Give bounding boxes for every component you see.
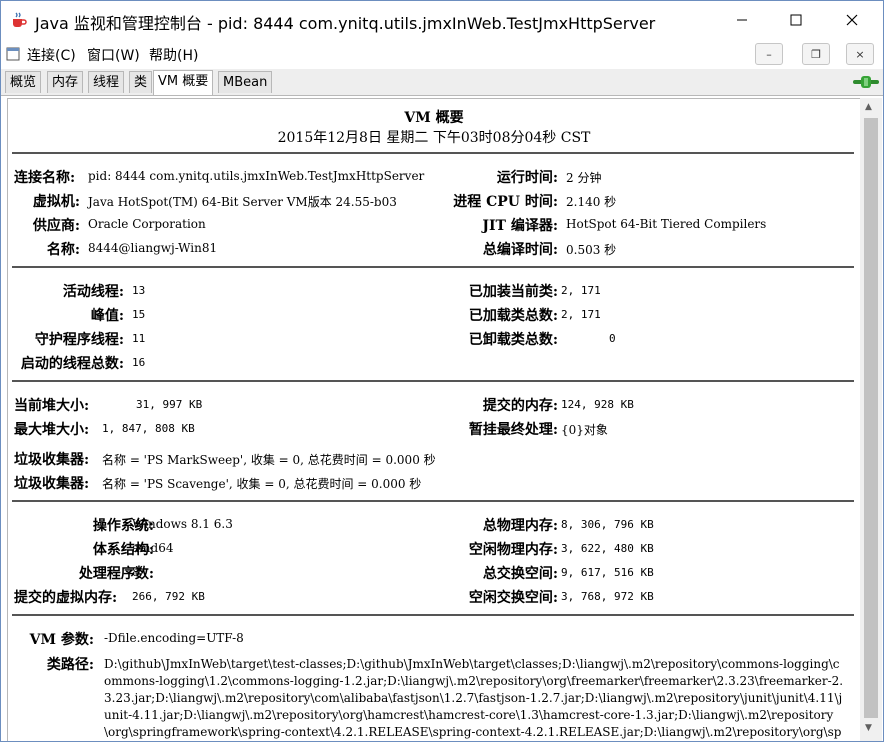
- value-total-classes-unloaded: 0: [609, 332, 616, 345]
- value-total-compile-time: 0.503 秒: [566, 243, 617, 257]
- main-window: Java 监视和管理控制台 - pid: 8444 com.ynitq.util…: [0, 0, 884, 742]
- label-current-classes-loaded: 已加装当前类:: [468, 284, 558, 300]
- label-connection-name: 连接名称:: [14, 170, 76, 186]
- value-total-classes-loaded: 2, 171: [561, 308, 601, 321]
- value-total-threads-started: 16: [132, 356, 146, 369]
- value-connection-name: pid: 8444 com.ynitq.utils.jmxInWeb.TestJ…: [88, 169, 425, 183]
- tab-mbean[interactable]: MBean: [218, 71, 273, 93]
- label-uptime: 运行时间:: [496, 170, 558, 186]
- value-current-heap-size: 31, 997 KB: [136, 398, 203, 411]
- label-total-swap-space: 总交换空间:: [482, 566, 558, 582]
- value-vm-arguments: -Dfile.encoding=UTF-8: [104, 631, 244, 645]
- menu-help[interactable]: 帮助(H): [149, 45, 198, 65]
- label-vendor: 供应商:: [32, 218, 80, 234]
- label-max-heap-size: 最大堆大小:: [14, 422, 90, 438]
- value-jit-compiler: HotSpot 64-Bit Tiered Compilers: [566, 217, 767, 231]
- label-garbage-collector-1: 垃圾收集器:: [14, 452, 90, 468]
- value-architecture: amd64: [132, 541, 174, 555]
- close-button[interactable]: [829, 1, 875, 39]
- divider: [12, 614, 854, 616]
- scroll-down-arrow-icon[interactable]: ▼: [865, 723, 872, 733]
- value-peak-threads: 15: [132, 308, 146, 321]
- menu-bar: 连接(C) 窗口(W) 帮助(H) – ❐ ×: [1, 39, 883, 70]
- tab-threads[interactable]: 线程: [88, 71, 125, 93]
- panel-title: VM 概要: [404, 110, 464, 126]
- value-garbage-collector-1: 名称 = 'PS MarkSweep', 收集 = 0, 总花费时间 = 0.0…: [102, 453, 436, 467]
- value-uptime: 2 分钟: [566, 171, 602, 185]
- divider: [12, 152, 854, 154]
- scrollbar-thumb[interactable]: [864, 118, 878, 718]
- vm-summary-panel: VM 概要 2015年12月8日 星期二 下午03时08分04秒 CST 连接名…: [7, 98, 860, 741]
- label-garbage-collector-2: 垃圾收集器:: [14, 476, 90, 492]
- label-vm-arguments: VM 参数:: [29, 632, 94, 648]
- maximize-button[interactable]: [773, 1, 819, 39]
- window-title: Java 监视和管理控制台 - pid: 8444 com.ynitq.util…: [35, 14, 656, 33]
- label-current-heap-size: 当前堆大小:: [14, 398, 90, 414]
- tab-memory[interactable]: 内存: [47, 71, 84, 93]
- maximize-icon: [790, 14, 802, 26]
- label-daemon-threads: 守护程序线程:: [34, 332, 124, 348]
- label-pending-finalization: 暂挂最终处理:: [468, 422, 558, 438]
- minimize-icon: [737, 19, 747, 21]
- label-committed-memory: 提交的内存:: [482, 398, 558, 414]
- connection-status-icon: [853, 76, 879, 88]
- value-daemon-threads: 11: [132, 332, 146, 345]
- label-name: 名称:: [46, 242, 80, 258]
- label-free-physical-memory: 空闲物理内存:: [468, 542, 558, 558]
- label-peak-threads: 峰值:: [90, 308, 124, 324]
- label-jit-compiler: JIT 编译器:: [482, 218, 558, 234]
- divider: [12, 500, 854, 502]
- label-free-swap-space: 空闲交换空间:: [468, 590, 558, 606]
- label-total-classes-unloaded: 已卸载类总数:: [468, 332, 558, 348]
- value-live-threads: 13: [132, 284, 146, 297]
- frame-restore-button[interactable]: ❐: [802, 43, 830, 65]
- label-total-compile-time: 总编译时间:: [482, 242, 558, 258]
- scroll-up-arrow-icon[interactable]: ▲: [865, 102, 872, 112]
- close-icon: [846, 14, 858, 26]
- value-class-path: D:\github\JmxInWeb\target\test-classes;D…: [104, 657, 844, 739]
- minimize-button[interactable]: [719, 1, 765, 39]
- value-operating-system: Windows 8.1 6.3: [132, 517, 233, 531]
- label-total-classes-loaded: 已加载类总数:: [468, 308, 558, 324]
- value-total-physical-memory: 8, 306, 796 KB: [561, 518, 654, 531]
- internal-frame-icon[interactable]: [6, 47, 20, 61]
- label-process-cpu-time: 进程 CPU 时间:: [453, 194, 558, 210]
- value-pending-finalization: {0}对象: [561, 423, 608, 437]
- value-max-heap-size: 1, 847, 808 KB: [102, 422, 195, 435]
- label-live-threads: 活动线程:: [62, 284, 124, 300]
- divider: [12, 266, 854, 268]
- value-free-swap-space: 3, 768, 972 KB: [561, 590, 654, 603]
- value-processors: 8: [132, 565, 140, 579]
- divider: [12, 380, 854, 382]
- label-vm: 虚拟机:: [32, 194, 80, 210]
- menu-connection[interactable]: 连接(C): [27, 45, 76, 65]
- value-name: 8444@liangwj-Win81: [88, 241, 218, 255]
- java-cup-icon: [13, 12, 27, 27]
- menu-window[interactable]: 窗口(W): [87, 45, 140, 65]
- value-garbage-collector-2: 名称 = 'PS Scavenge', 收集 = 0, 总花费时间 = 0.00…: [102, 477, 422, 491]
- frame-close-button[interactable]: ×: [846, 43, 874, 65]
- label-total-threads-started: 启动的线程总数:: [20, 356, 124, 372]
- label-total-physical-memory: 总物理内存:: [482, 518, 558, 534]
- value-current-classes-loaded: 2, 171: [561, 284, 601, 297]
- tab-classes[interactable]: 类: [129, 71, 153, 93]
- title-bar[interactable]: Java 监视和管理控制台 - pid: 8444 com.ynitq.util…: [1, 1, 883, 39]
- tab-vm-summary[interactable]: VM 概要: [153, 70, 214, 95]
- tab-overview[interactable]: 概览: [5, 71, 42, 93]
- label-class-path: 类路径:: [46, 657, 94, 673]
- label-committed-virtual-memory: 提交的虚拟内存:: [14, 590, 118, 606]
- value-vm: Java HotSpot(TM) 64-Bit Server VM版本 24.5…: [88, 195, 397, 209]
- value-committed-memory: 124, 928 KB: [561, 398, 634, 411]
- value-process-cpu-time: 2.140 秒: [566, 195, 617, 209]
- value-vendor: Oracle Corporation: [88, 217, 206, 231]
- tab-bar: 概览 内存 线程 类 VM 概要 MBean: [1, 69, 883, 96]
- frame-minimize-button[interactable]: –: [755, 43, 783, 65]
- vertical-scrollbar[interactable]: ▲ ▼: [860, 98, 882, 741]
- timestamp: 2015年12月8日 星期二 下午03时08分04秒 CST: [277, 130, 591, 146]
- value-total-swap-space: 9, 617, 516 KB: [561, 566, 654, 579]
- label-processors: 处理程序数:: [78, 566, 154, 582]
- value-committed-virtual-memory: 266, 792 KB: [132, 590, 205, 603]
- value-free-physical-memory: 3, 622, 480 KB: [561, 542, 654, 555]
